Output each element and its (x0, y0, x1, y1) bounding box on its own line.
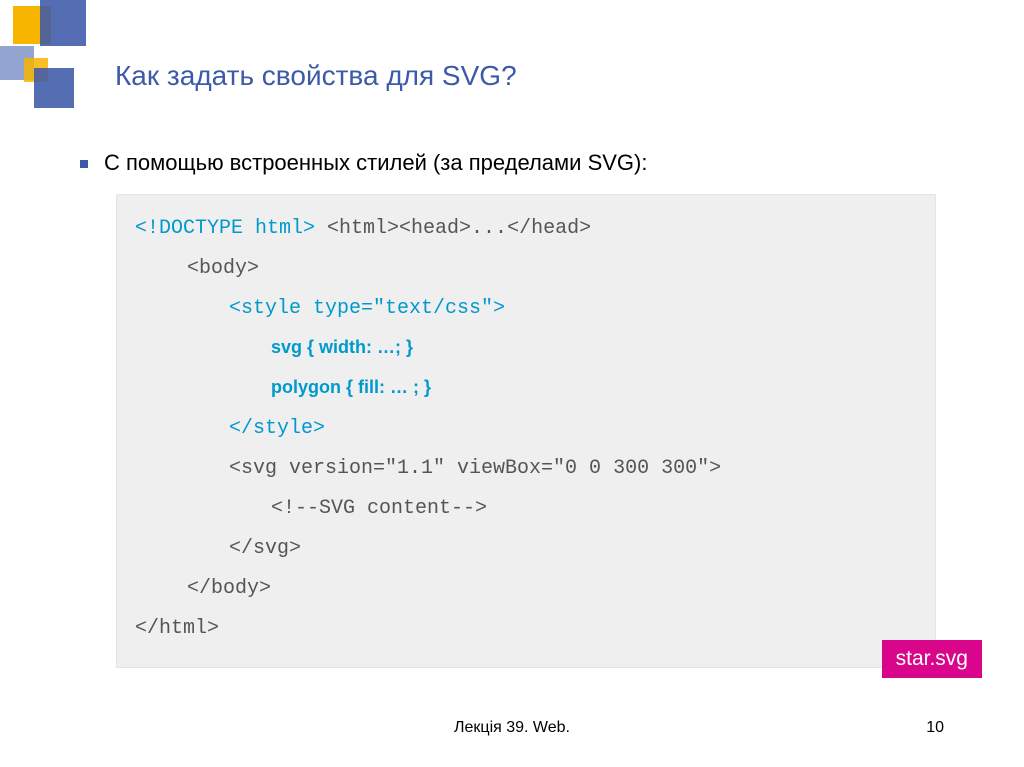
bullet-square-icon (80, 160, 88, 168)
filename-badge: star.svg (882, 640, 982, 678)
slide-title: Как задать свойства для SVG? (115, 60, 517, 92)
bullet-text: С помощью встроенных стилей (за пределам… (104, 150, 647, 176)
code-keyword: </style> (229, 417, 325, 440)
slide-footer: Лекція 39. Web. (0, 719, 1024, 737)
code-keyword: <!DOCTYPE html> (135, 217, 315, 240)
page-number: 10 (926, 719, 944, 737)
code-css-rule: svg { width: …; } (271, 337, 413, 357)
code-text: </svg> (229, 537, 301, 560)
code-text: </html> (135, 617, 219, 640)
code-keyword: <style type="text/css"> (229, 297, 505, 320)
code-sample: <!DOCTYPE html> <html><head>...</head> <… (116, 194, 936, 668)
slide-content: С помощью встроенных стилей (за пределам… (80, 150, 950, 668)
code-text: </body> (187, 577, 271, 600)
code-css-rule: polygon { fill: … ; } (271, 377, 431, 397)
bullet-item: С помощью встроенных стилей (за пределам… (80, 150, 950, 176)
code-text: <!--SVG content--> (271, 497, 487, 520)
code-text: <body> (187, 257, 259, 280)
decorative-corner (0, 0, 120, 110)
code-text: <html><head>...</head> (315, 217, 591, 240)
code-text: <svg version="1.1" viewBox="0 0 300 300"… (229, 457, 721, 480)
